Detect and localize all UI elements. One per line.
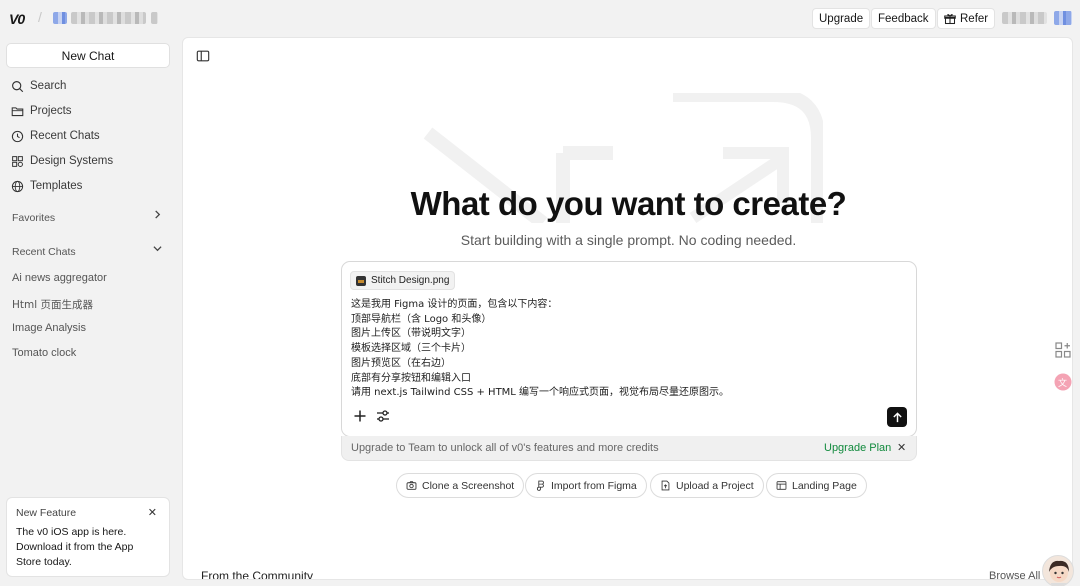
sidebar-item-design-systems[interactable]: Design Systems (11, 152, 113, 170)
recent-chat-item[interactable]: Tomato clock (12, 347, 76, 359)
new-feature-card: New Feature ✕ The v0 iOS app is here. Do… (6, 497, 170, 577)
team-avatar[interactable] (53, 12, 67, 24)
prompt-text[interactable]: 这是我用 Figma 设计的页面，包含以下内容： 顶部导航栏（含 Logo 和头像… (351, 298, 729, 401)
sidebar-toggle-icon[interactable] (196, 49, 210, 63)
user-avatar[interactable] (1054, 11, 1072, 25)
image-thumbnail-icon (356, 275, 366, 286)
svg-text:文: 文 (1058, 377, 1067, 389)
sidebar-item-recent-chats[interactable]: Recent Chats (11, 127, 100, 145)
sidebar-item-templates[interactable]: Templates (11, 177, 82, 195)
v0-logo[interactable]: V0 (9, 11, 25, 27)
sidebar-item-label: Design Systems (30, 155, 114, 167)
file-upload-icon (661, 480, 670, 491)
prompt-composer[interactable]: Stitch Design.png 这是我用 Figma 设计的页面，包含以下内… (341, 261, 917, 437)
favorites-section-label[interactable]: Favorites (12, 212, 55, 224)
feedback-button[interactable]: Feedback (871, 8, 936, 29)
upgrade-button[interactable]: Upgrade (812, 8, 871, 29)
new-chat-button[interactable]: New Chat (6, 43, 170, 68)
figma-icon (536, 480, 544, 491)
browse-all-link[interactable]: Browse All (989, 570, 1040, 579)
close-icon[interactable]: ✕ (148, 506, 157, 519)
assistant-avatar[interactable] (1042, 555, 1074, 586)
prompt-line: 底部有分享按钮和编辑入口 (351, 372, 471, 384)
top-bar: V0 / Upgrade Feedback Refer (0, 0, 1080, 36)
upgrade-banner: Upgrade to Team to unlock all of v0's fe… (341, 436, 917, 461)
sidebar-item-projects[interactable]: Projects (11, 102, 72, 120)
arrow-up-icon (892, 411, 902, 422)
clone-screenshot-chip[interactable]: Clone a Screenshot (396, 473, 525, 498)
avatar-portrait-icon (1049, 560, 1069, 586)
import-figma-chip[interactable]: Import from Figma (525, 473, 647, 498)
camera-icon (406, 481, 417, 490)
layout-icon (776, 481, 787, 490)
attachment-filename: Stitch Design.png (371, 275, 450, 286)
chip-label: Clone a Screenshot (422, 479, 515, 492)
plus-icon[interactable] (352, 408, 368, 424)
team-switcher-redacted[interactable] (151, 12, 158, 24)
search-icon (12, 80, 24, 92)
recent-chat-item[interactable]: Html 页面生成器 (12, 297, 93, 312)
apps-icon[interactable] (1054, 341, 1072, 359)
chevron-right-icon[interactable] (153, 210, 162, 222)
team-name-redacted[interactable] (71, 12, 146, 24)
folder-icon (11, 106, 24, 116)
prompt-line: 这是我用 Figma 设计的页面，包含以下内容： (351, 299, 558, 310)
prompt-line: 图片上传区（带说明文字） (351, 328, 471, 340)
chip-label: Upload a Project (676, 479, 754, 492)
feature-line: Store today. (16, 556, 72, 568)
sidebar-item-label: Projects (30, 105, 72, 117)
translate-icon[interactable]: 文 (1054, 373, 1072, 391)
breadcrumb-separator: / (38, 9, 42, 25)
new-feature-title: New Feature (16, 507, 77, 519)
settings-sliders-icon[interactable] (375, 408, 391, 424)
refer-label: Refer (960, 12, 989, 25)
globe-icon (11, 180, 24, 192)
chip-label: Import from Figma (551, 479, 637, 492)
user-name-redacted[interactable] (1002, 12, 1047, 24)
prompt-line: 顶部导航栏（含 Logo 和头像） (351, 313, 492, 325)
sidebar-item-label: Templates (30, 180, 83, 192)
prompt-line: 请用 next.js Tailwind CSS + HTML 编写一个响应式页面… (351, 387, 730, 399)
sidebar-item-label: Search (30, 80, 67, 92)
sidebar: New Chat Search Projects Recent Chats De… (0, 36, 176, 586)
recent-chat-item[interactable]: Image Analysis (12, 322, 86, 334)
upload-project-chip[interactable]: Upload a Project (650, 473, 764, 498)
hero-subtitle: Start building with a single prompt. No … (460, 232, 797, 248)
gift-icon (944, 13, 956, 24)
recent-chats-section-label[interactable]: Recent Chats (12, 246, 76, 258)
refer-button[interactable]: Refer (937, 8, 996, 29)
attachment-chip[interactable]: Stitch Design.png (350, 271, 456, 290)
feature-line: The v0 iOS app is here. (16, 526, 127, 538)
prompt-line: 模板选择区域（三个卡片） (351, 343, 471, 355)
community-heading: From the Community (201, 569, 314, 580)
sidebar-item-label: Recent Chats (30, 130, 100, 142)
recent-chat-item[interactable]: Ai news aggregator (12, 272, 107, 284)
upgrade-banner-text: Upgrade to Team to unlock all of v0's fe… (351, 442, 659, 454)
landing-page-chip[interactable]: Landing Page (766, 473, 867, 498)
new-feature-body[interactable]: The v0 iOS app is here. Download it from… (16, 525, 160, 570)
prompt-line: 图片预览区（在右边） (351, 357, 451, 369)
main-panel: What do you want to create? Start buildi… (182, 37, 1073, 580)
feature-line: Download it from the App (16, 541, 134, 553)
grid-icon (12, 155, 23, 167)
upgrade-plan-link[interactable]: Upgrade Plan (824, 442, 891, 454)
chip-label: Landing Page (792, 479, 857, 492)
sidebar-item-search[interactable]: Search (11, 77, 66, 95)
close-icon[interactable]: ✕ (897, 441, 906, 454)
clock-icon (11, 130, 24, 142)
chevron-down-icon[interactable] (153, 244, 162, 256)
hero-title: What do you want to create? (410, 185, 847, 222)
send-button[interactable] (887, 407, 907, 427)
